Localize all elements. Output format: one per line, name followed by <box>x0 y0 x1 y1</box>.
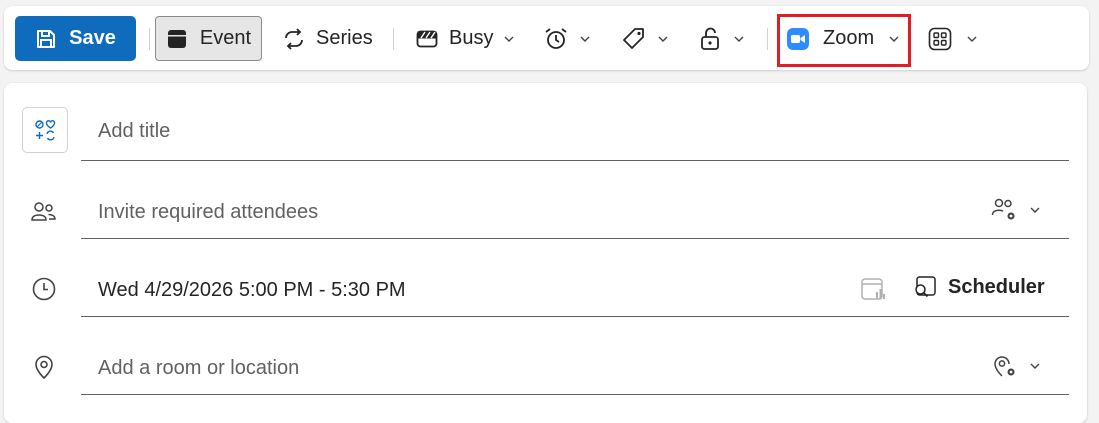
event-form-panel: Add title Invite required attendees Wed … <box>4 83 1087 423</box>
toolbar-divider <box>767 28 768 50</box>
toolbar-divider <box>393 28 394 50</box>
chevron-down-icon <box>734 36 744 42</box>
categorize-dropdown[interactable] <box>621 16 669 61</box>
title-underline <box>81 160 1069 161</box>
chevron-down-icon <box>580 36 590 42</box>
attendees-underline <box>81 238 1069 239</box>
alarm-icon <box>545 27 567 49</box>
scheduler-button[interactable]: Scheduler <box>912 274 1045 300</box>
zoom-highlight-box <box>777 14 911 67</box>
apps-dropdown[interactable] <box>928 16 978 61</box>
chevron-down-icon <box>1030 363 1040 369</box>
apps-grid-icon <box>928 27 952 50</box>
reminder-dropdown[interactable] <box>543 16 591 61</box>
chevron-down-icon <box>967 36 977 42</box>
date-time-field[interactable]: Wed 4/29/2026 5:00 PM - 5:30 PM <box>98 279 406 302</box>
datetime-underline <box>81 316 1069 317</box>
required-attendees-input[interactable]: Invite required attendees <box>98 201 318 224</box>
save-icon <box>37 29 56 48</box>
tag-icon <box>623 27 644 49</box>
unlock-icon <box>701 27 719 50</box>
chevron-down-icon <box>1030 207 1040 213</box>
location-input[interactable]: Add a room or location <box>98 357 299 380</box>
event-button[interactable]: Event <box>155 16 262 61</box>
scheduler-icon <box>915 276 936 298</box>
busy-status-dropdown[interactable]: Busy <box>415 16 515 61</box>
people-settings-icon <box>991 198 1015 220</box>
title-shapes-icon <box>35 120 56 141</box>
repeat-icon <box>285 27 303 50</box>
command-toolbar: Save Event Series Busy Zoom <box>4 6 1089 70</box>
availability-view-button[interactable] <box>860 276 886 302</box>
location-options-dropdown[interactable] <box>991 352 1041 380</box>
series-button-label: Series <box>316 27 373 49</box>
location-settings-icon <box>994 356 1015 377</box>
attendees-icon <box>30 198 58 226</box>
attendee-options-dropdown[interactable] <box>991 196 1041 224</box>
busy-status-label: Busy <box>449 27 494 49</box>
calendar-availability-icon <box>861 278 885 300</box>
privacy-dropdown[interactable] <box>699 16 745 61</box>
location-pin-icon <box>32 354 56 380</box>
series-button[interactable]: Series <box>282 16 373 61</box>
title-icon-picker[interactable] <box>22 107 68 153</box>
save-button[interactable]: Save <box>15 16 136 61</box>
chevron-down-icon <box>504 36 514 42</box>
calendar-icon <box>167 29 186 48</box>
toolbar-divider <box>149 28 150 50</box>
location-underline <box>81 394 1069 395</box>
clock-icon <box>31 276 57 302</box>
chevron-down-icon <box>658 36 668 42</box>
title-input[interactable]: Add title <box>98 120 170 143</box>
event-button-label: Event <box>199 27 252 49</box>
scheduler-label: Scheduler <box>948 275 1045 298</box>
save-button-label: Save <box>69 27 116 49</box>
busy-status-icon <box>416 30 438 47</box>
